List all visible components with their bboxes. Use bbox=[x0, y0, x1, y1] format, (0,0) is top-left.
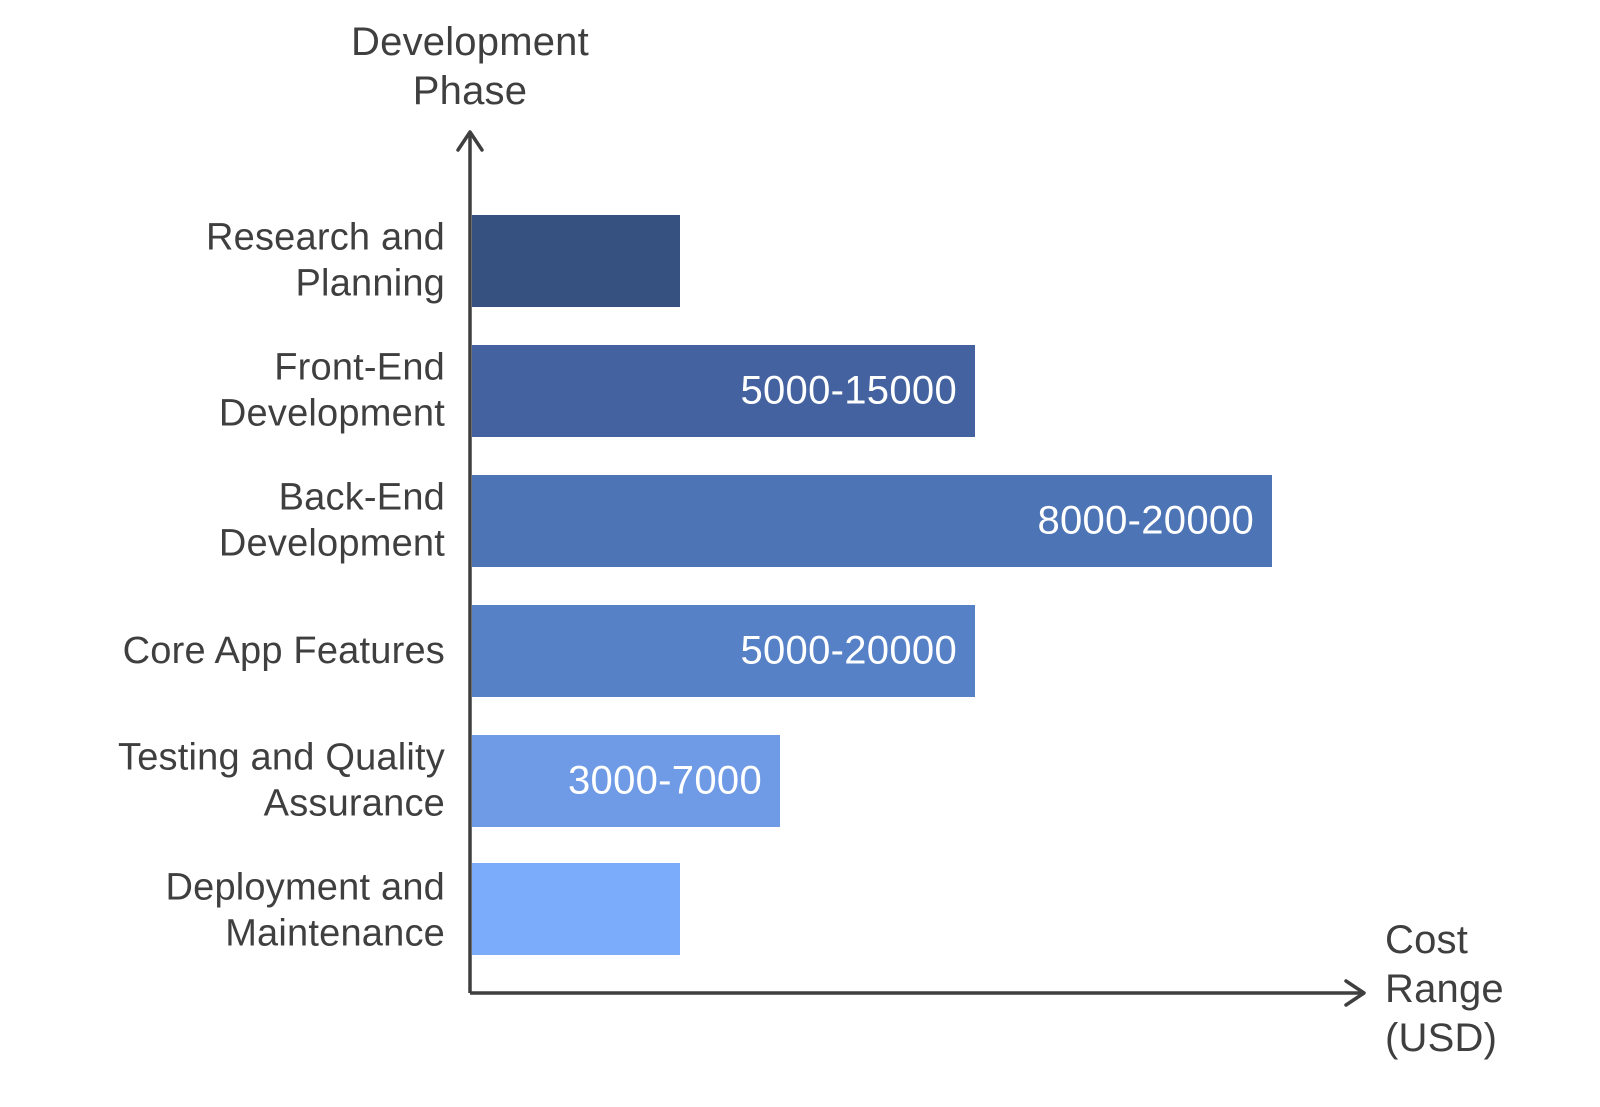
bar-value-core-app-features: 5000-20000 bbox=[740, 628, 957, 673]
bar-chart: Development Phase Cost Range (USD) Resea… bbox=[0, 0, 1600, 1107]
bar-value-testing-and-quality-assurance: 3000-7000 bbox=[568, 758, 762, 803]
bar-deployment-and-maintenance[interactable] bbox=[472, 863, 680, 955]
bar-research-and-planning[interactable] bbox=[472, 215, 680, 307]
category-label-deployment-and-maintenance: Deployment and Maintenance bbox=[165, 866, 445, 955]
x-axis-title: Cost Range (USD) bbox=[1385, 918, 1504, 1060]
bar-core-app-features[interactable]: 5000-20000 bbox=[472, 605, 975, 697]
bar-front-end-development[interactable]: 5000-15000 bbox=[472, 345, 975, 437]
category-label-core-app-features: Core App Features bbox=[122, 629, 445, 672]
bar-value-back-end-development: 8000-20000 bbox=[1037, 498, 1254, 543]
bar-back-end-development[interactable]: 8000-20000 bbox=[472, 475, 1272, 567]
category-label-front-end-development: Front-End Development bbox=[218, 346, 445, 435]
category-label-testing-and-quality-assurance: Testing and Quality Assurance bbox=[118, 736, 445, 825]
y-axis-title: Development Phase bbox=[351, 20, 589, 113]
category-label-back-end-development: Back-End Development bbox=[218, 476, 445, 565]
bar-value-front-end-development: 5000-15000 bbox=[740, 368, 957, 413]
category-label-research-and-planning: Research and Planning bbox=[206, 216, 445, 305]
bar-testing-and-quality-assurance[interactable]: 3000-7000 bbox=[472, 735, 780, 827]
